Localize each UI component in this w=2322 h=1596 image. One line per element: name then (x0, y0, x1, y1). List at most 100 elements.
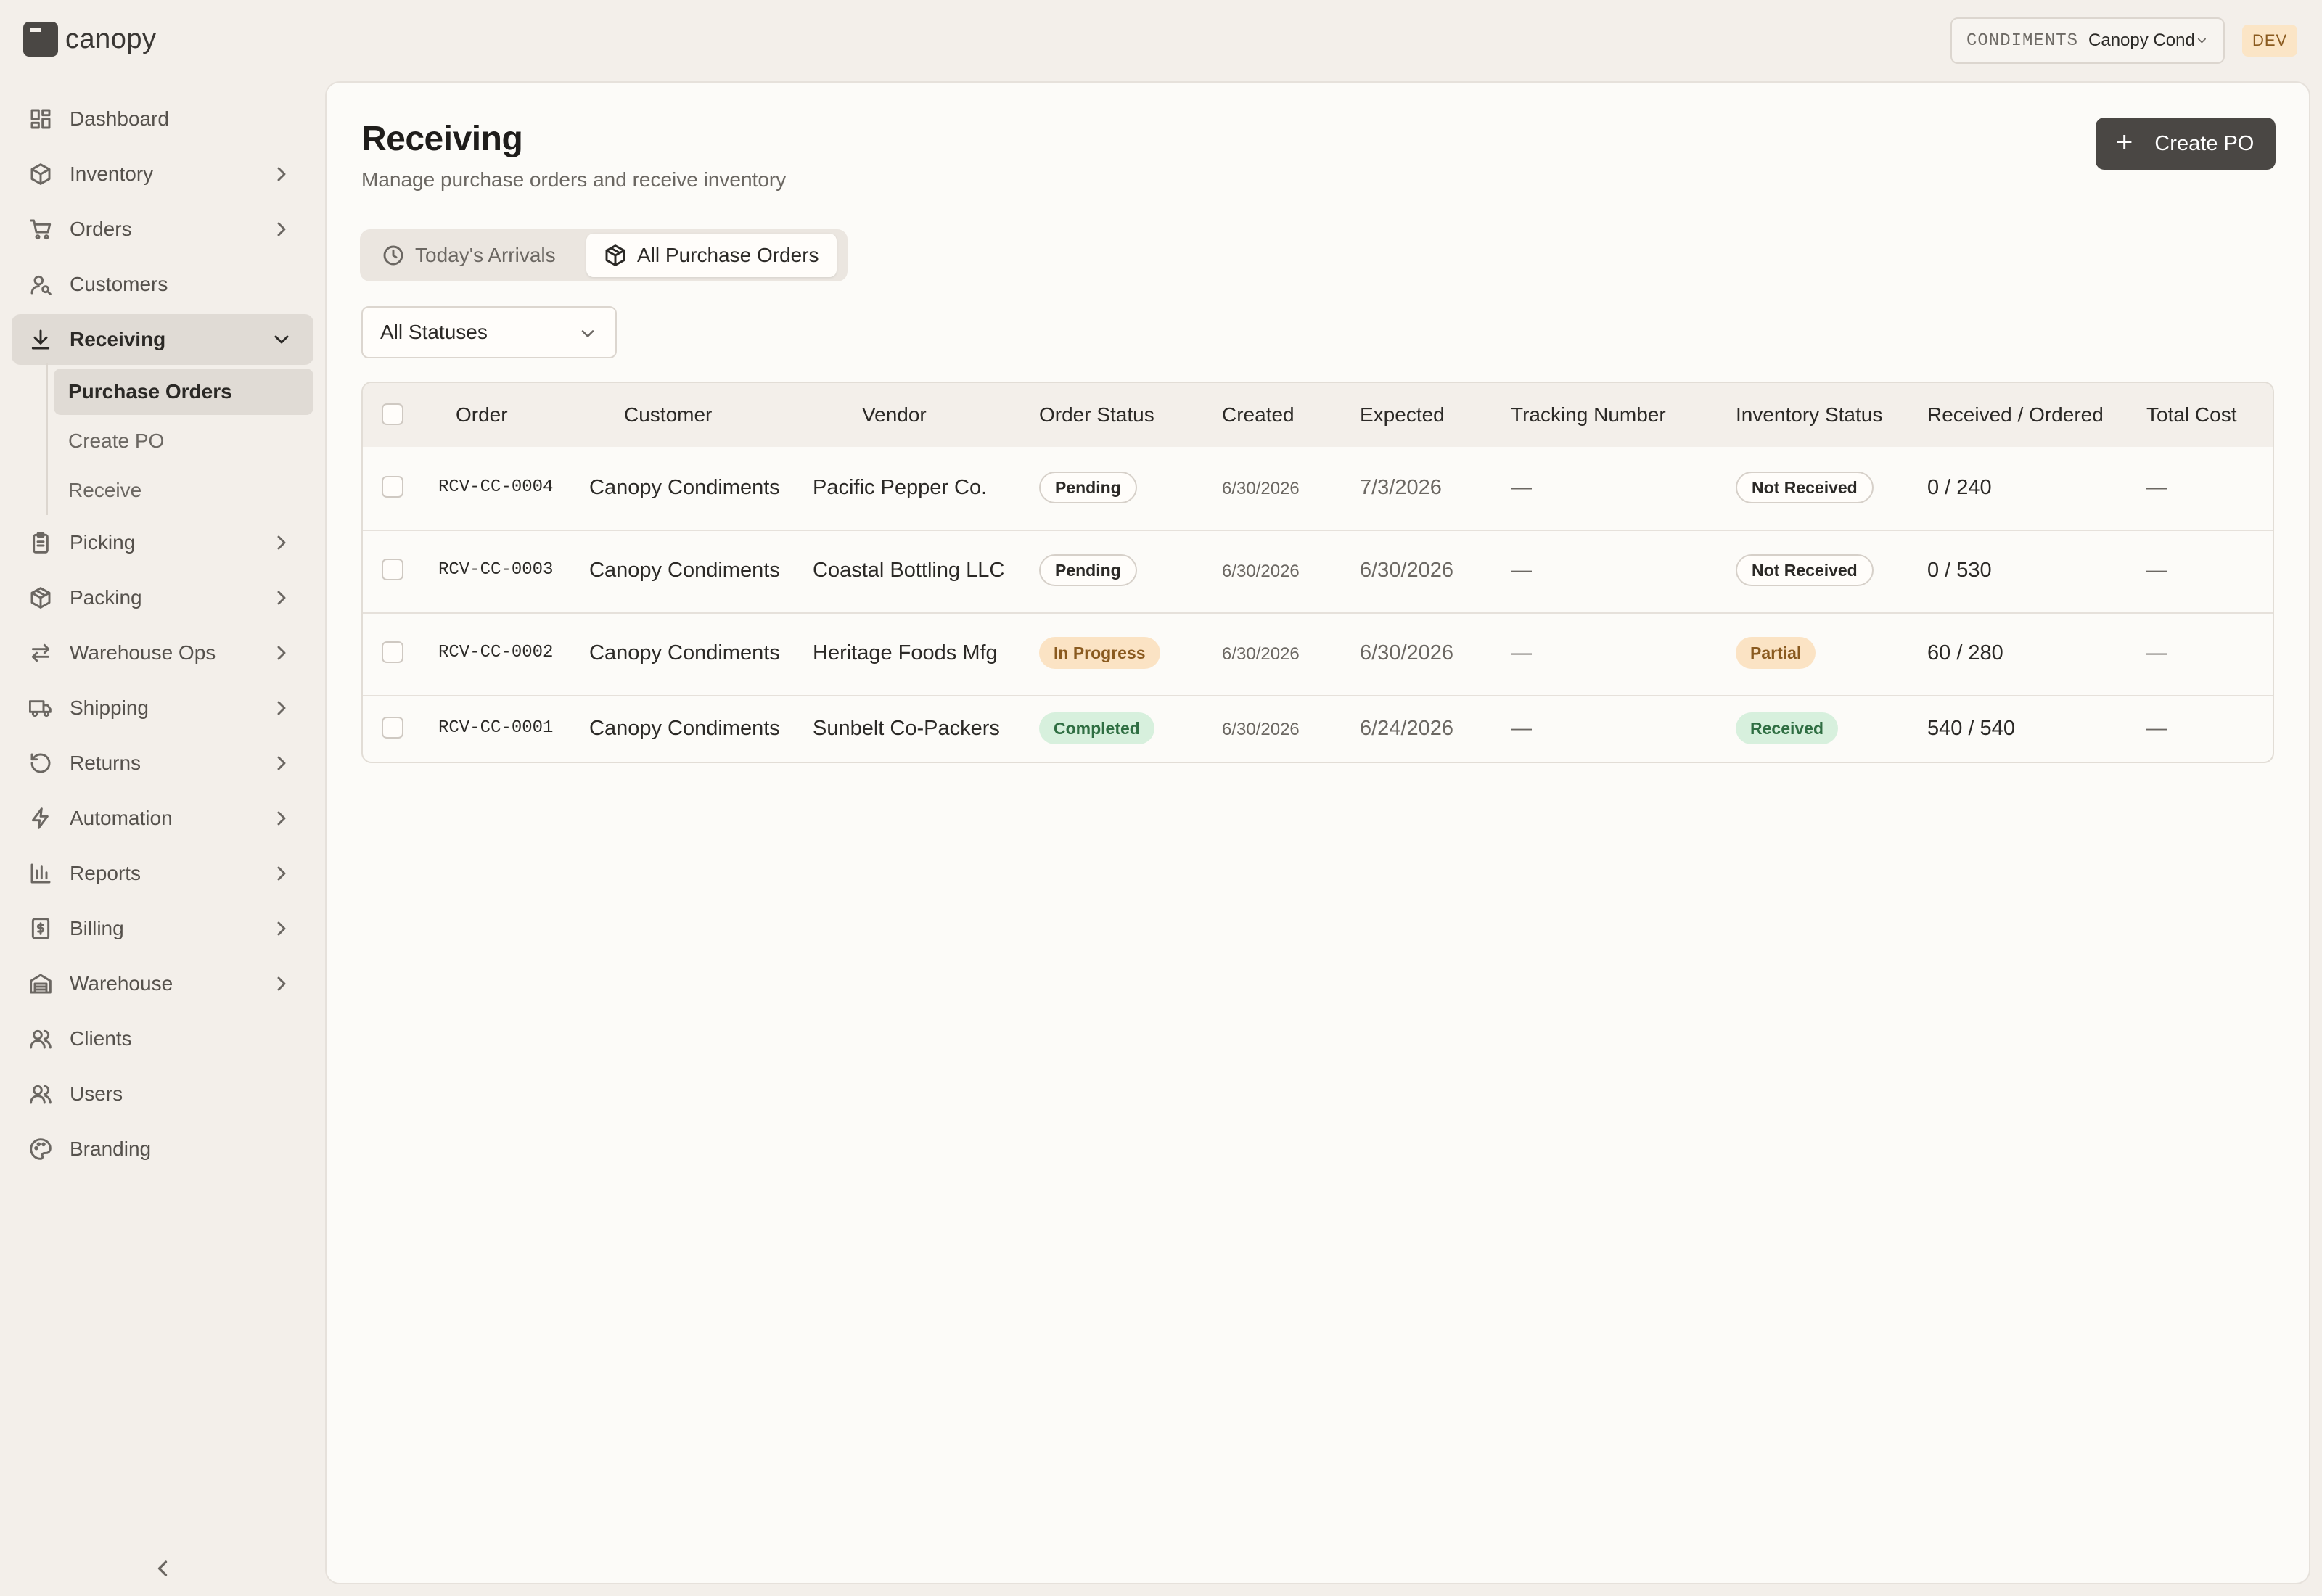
column-header-created[interactable]: Created (1222, 403, 1295, 427)
billing-icon (31, 918, 50, 939)
sidebar-item-picking[interactable]: Picking (12, 517, 313, 568)
order-id[interactable]: RCV-CC-0003 (438, 560, 553, 580)
chevron-right-icon (277, 701, 286, 715)
chevron-right-icon (277, 811, 286, 826)
clients-icon (30, 1029, 52, 1049)
row-checkbox[interactable] (382, 476, 403, 498)
create-po-button[interactable]: + Create PO (2096, 118, 2276, 170)
truck-icon (29, 700, 52, 717)
create-po-label: Create PO (2154, 131, 2255, 155)
vendor-name: Coastal Bottling LLC (813, 559, 1005, 582)
tab-all-purchase-orders[interactable]: All Purchase Orders (586, 234, 837, 277)
table-row[interactable]: RCV-CC-0003 Canopy Condiments Coastal Bo… (363, 530, 2273, 612)
sidebar-item-returns[interactable]: Returns (12, 738, 313, 789)
customer-name: Canopy Condiments (589, 476, 780, 499)
column-header-customer[interactable]: Customer (624, 403, 712, 427)
sidebar-item-label: Customers (70, 273, 168, 295)
column-header-total-cost[interactable]: Total Cost (2146, 403, 2237, 427)
order-status-badge: Completed (1039, 712, 1154, 744)
sidebar-item-warehouse[interactable]: Warehouse (12, 958, 313, 1009)
sidebar-item-reports[interactable]: Reports (12, 848, 313, 899)
column-header-received-ordered[interactable]: Received / Ordered (1927, 403, 2104, 427)
order-id[interactable]: RCV-CC-0002 (438, 643, 553, 662)
tracking-number: — (1511, 476, 1532, 499)
table-row[interactable]: RCV-CC-0002 Canopy Condiments Heritage F… (363, 612, 2273, 695)
users-icon (30, 1085, 52, 1104)
sidebar-item-label: Receiving (70, 328, 166, 350)
inventory-status-badge: Not Received (1736, 472, 1874, 503)
return-icon (30, 753, 51, 773)
submenu-create-po[interactable]: Create PO (54, 418, 313, 464)
chevron-down-icon (274, 335, 289, 344)
order-id[interactable]: RCV-CC-0001 (438, 718, 553, 738)
brand-logo[interactable]: canopy (23, 22, 157, 57)
row-checkbox[interactable] (382, 559, 403, 580)
column-header-order-status[interactable]: Order Status (1039, 403, 1154, 427)
sidebar-item-receiving[interactable]: Receiving (12, 314, 313, 365)
sidebar-item-label: Dashboard (70, 107, 169, 130)
received-ordered: 540 / 540 (1927, 717, 2015, 740)
received-ordered: 0 / 530 (1927, 559, 1992, 582)
received-ordered: 0 / 240 (1927, 476, 1992, 499)
sidebar-item-label: Picking (70, 531, 136, 554)
row-checkbox[interactable] (382, 641, 403, 663)
sidebar-item-label: Branding (70, 1138, 152, 1160)
sidebar-item-label: Shipping (70, 696, 149, 719)
sidebar-item-users[interactable]: Users (12, 1069, 313, 1119)
download-icon (31, 329, 50, 350)
sidebar-item-branding[interactable]: Branding (12, 1124, 313, 1175)
arrows-icon (31, 643, 50, 662)
column-header-tracking[interactable]: Tracking Number (1511, 403, 1666, 427)
submenu-purchase-orders[interactable]: Purchase Orders (54, 369, 313, 415)
order-id[interactable]: RCV-CC-0004 (438, 477, 553, 497)
customer-name: Canopy Condiments (589, 559, 780, 582)
row-checkbox[interactable] (382, 717, 403, 739)
organization-switcher[interactable]: CONDIMENTS Canopy Condiments (1950, 17, 2225, 64)
plus-icon: + (2116, 126, 2133, 158)
sidebar-item-automation[interactable]: Automation (12, 793, 313, 844)
column-header-expected[interactable]: Expected (1360, 403, 1445, 427)
chevron-right-icon (277, 921, 286, 936)
sidebar-item-orders[interactable]: Orders (12, 204, 313, 255)
sidebar-item-shipping[interactable]: Shipping (12, 683, 313, 733)
chevron-right-icon (277, 866, 286, 881)
main-panel (325, 81, 2310, 1584)
vendor-name: Pacific Pepper Co. (813, 476, 988, 499)
chevron-down-icon (581, 330, 594, 337)
purchase-orders-table: Order Customer Vendor Order Status Creat… (361, 382, 2274, 763)
dashboard-icon (30, 109, 51, 129)
clipboard-icon (33, 532, 49, 554)
inventory-status-badge: Partial (1736, 637, 1816, 669)
created-date: 6/30/2026 (1222, 644, 1300, 664)
chevron-right-icon (277, 222, 286, 236)
sidebar-item-label: Users (70, 1082, 123, 1105)
customer-icon (30, 275, 52, 295)
created-date: 6/30/2026 (1222, 562, 1300, 581)
column-header-vendor[interactable]: Vendor (862, 403, 927, 427)
column-header-inventory-status[interactable]: Inventory Status (1736, 403, 1882, 427)
select-all-checkbox[interactable] (382, 403, 403, 425)
sidebar-item-billing[interactable]: Billing (12, 903, 313, 954)
status-filter-select[interactable]: All Statuses (361, 306, 617, 358)
sidebar-item-dashboard[interactable]: Dashboard (12, 94, 313, 144)
submenu-receive[interactable]: Receive (54, 467, 313, 514)
sidebar-item-warehouse-ops[interactable]: Warehouse Ops (12, 628, 313, 678)
table-row[interactable]: RCV-CC-0001 Canopy Condiments Sunbelt Co… (363, 695, 2273, 762)
view-tabs: Today's Arrivals All Purchase Orders (360, 229, 848, 281)
chevron-right-icon (277, 167, 286, 181)
column-header-order[interactable]: Order (456, 403, 508, 427)
chevron-right-icon (277, 535, 286, 550)
warehouse-icon (30, 974, 52, 994)
sidebar-item-clients[interactable]: Clients (12, 1013, 313, 1064)
tracking-number: — (1511, 717, 1532, 740)
tab-todays-arrivals[interactable]: Today's Arrivals (364, 234, 573, 277)
sidebar-item-inventory[interactable]: Inventory (12, 149, 313, 200)
sidebar-item-packing[interactable]: Packing (12, 572, 313, 623)
table-row[interactable]: RCV-CC-0004 Canopy Condiments Pacific Pe… (363, 447, 2273, 530)
sidebar-item-customers[interactable]: Customers (12, 259, 313, 310)
chevron-right-icon (277, 646, 286, 660)
customer-name: Canopy Condiments (589, 641, 780, 665)
submenu-rail (46, 363, 48, 515)
inventory-status-badge: Received (1736, 712, 1839, 744)
collapse-sidebar-icon[interactable] (149, 1555, 176, 1581)
